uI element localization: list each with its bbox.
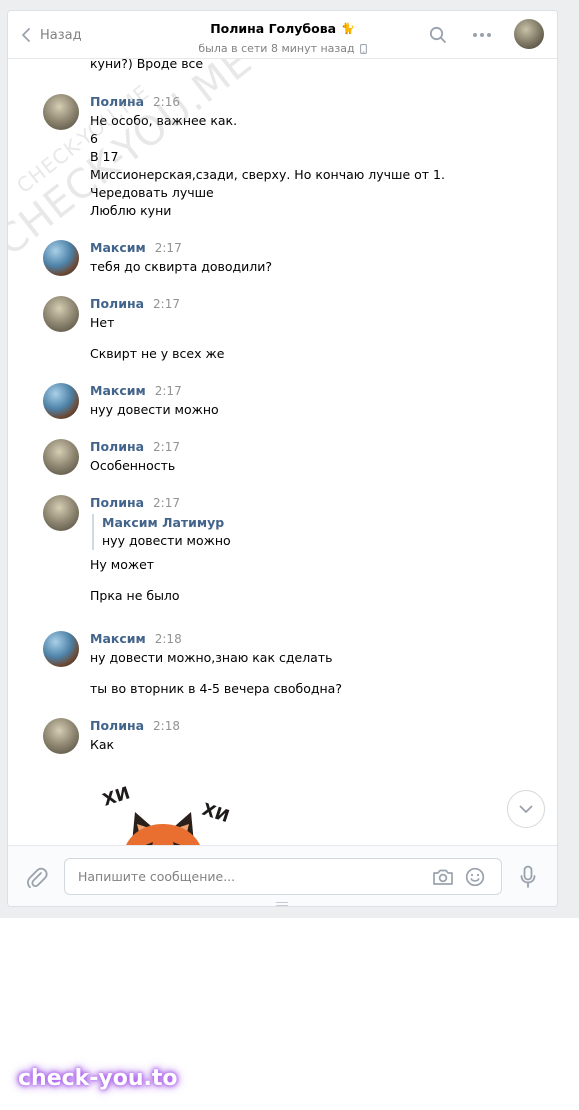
message-text: нуу довести можно [90,402,219,417]
message-time[interactable]: 2:16 [153,95,180,109]
message-history[interactable]: куни?) Вроде все Полина 2:16 Не особо, ва… [8,59,557,845]
chat-header: Назад Полина Голубова 🐈 была в сети 8 ми… [8,11,557,59]
author-name[interactable]: Максим [90,631,146,646]
message-input[interactable] [78,859,408,894]
message-text: Особенность [90,458,176,473]
message: Полина 2:16 Не особо, важнее как. 6 В 17 … [43,94,537,220]
cat-emoji: 🐈 [341,22,355,35]
chevron-down-icon [519,805,533,813]
message-text: Нет [90,315,115,330]
message-time[interactable]: 2:17 [153,440,180,454]
author-name[interactable]: Максим [90,240,146,255]
message-text: Ну может [90,557,155,572]
emoji-icon[interactable] [464,866,486,888]
avatar[interactable] [43,631,79,667]
page-background: Назад Полина Голубова 🐈 была в сети 8 ми… [0,0,579,918]
avatar[interactable] [43,439,79,475]
author-name[interactable]: Полина [90,718,144,733]
message-text: В 17 [90,149,119,164]
message-text: Миссионерская,сзади, сверху. Но кончаю л… [90,167,445,182]
message: Полина 2:17 Особенность [43,439,537,475]
chevron-left-icon [22,28,30,42]
author-name[interactable]: Полина [90,439,144,454]
author-name[interactable]: Полина [90,296,144,311]
reply-quote[interactable]: Максим Латимур нуу довести можно [92,514,537,550]
avatar[interactable] [43,240,79,276]
message: Максим 2:17 нуу довести можно [43,383,537,419]
message-text: Сквирт не у всех же [90,346,225,361]
message-text: ты во вторник в 4-5 вечера свободна? [90,681,342,696]
message-composer [8,845,557,906]
camera-icon[interactable] [432,866,454,888]
avatar[interactable] [43,94,79,130]
author-name[interactable]: Максим [90,383,146,398]
contact-name: Полина Голубова [210,21,337,36]
brand-watermark: check-you.to [18,1066,178,1091]
message: Полина 2:17 Нет Сквирт не у всех же [43,296,537,363]
message-text: ну довести можно,знаю как сделать [90,650,333,665]
fox-sticker[interactable]: ХИ ХИ [93,784,233,845]
chat-panel: Назад Полина Голубова 🐈 была в сети 8 ми… [7,10,558,907]
search-icon[interactable] [427,24,449,46]
message: Полина 2:17 Максим Латимур нуу довести мо… [43,495,537,605]
message: Полина 2:18 Как [43,718,537,754]
message-text: Люблю куни [90,203,172,218]
contact-avatar[interactable] [514,19,544,49]
quote-author[interactable]: Максим Латимур [102,514,537,532]
quote-text: нуу довести можно [102,533,231,548]
attach-icon[interactable] [24,865,50,891]
message: Максим 2:18 ну довести можно,знаю как сде… [43,631,537,698]
chat-title[interactable]: Полина Голубова 🐈 [210,21,355,36]
message-time[interactable]: 2:17 [155,384,182,398]
message-time[interactable]: 2:18 [153,719,180,733]
scroll-down-button[interactable] [507,790,545,828]
message-text: Как [90,737,115,752]
avatar[interactable] [43,495,79,531]
back-button[interactable]: Назад [20,11,82,59]
author-name[interactable]: Полина [90,94,144,109]
message-time[interactable]: 2:17 [153,496,180,510]
message-text: Чередовать лучше [90,185,214,200]
microphone-icon[interactable] [515,864,541,890]
avatar[interactable] [43,383,79,419]
status-text: была в сети 8 минут назад [198,42,355,55]
message-time[interactable]: 2:18 [155,632,182,646]
online-status: была в сети 8 минут назад [198,42,367,55]
fox-illustration [126,812,200,845]
sticker-text-right: ХИ [199,800,231,827]
back-label: Назад [40,27,82,43]
message: Максим 2:17 тебя до сквирта доводили? [43,240,537,276]
sticker-text-left: ХИ [100,784,132,811]
message-time[interactable]: 2:17 [153,297,180,311]
message-text: куни?) Вроде все [90,59,204,71]
message-text: Не особо, важнее как. [90,113,238,128]
avatar[interactable] [43,296,79,332]
message-time[interactable]: 2:17 [155,241,182,255]
mobile-icon [359,43,367,54]
author-name[interactable]: Полина [90,495,144,510]
resize-handle[interactable] [276,902,288,906]
message-text: Прка не было [90,588,180,603]
message-input-box[interactable] [64,858,502,895]
more-options-icon[interactable] [471,24,493,46]
message-text: 6 [90,131,98,146]
message-text: тебя до сквирта доводили? [90,259,273,274]
avatar[interactable] [43,718,79,754]
